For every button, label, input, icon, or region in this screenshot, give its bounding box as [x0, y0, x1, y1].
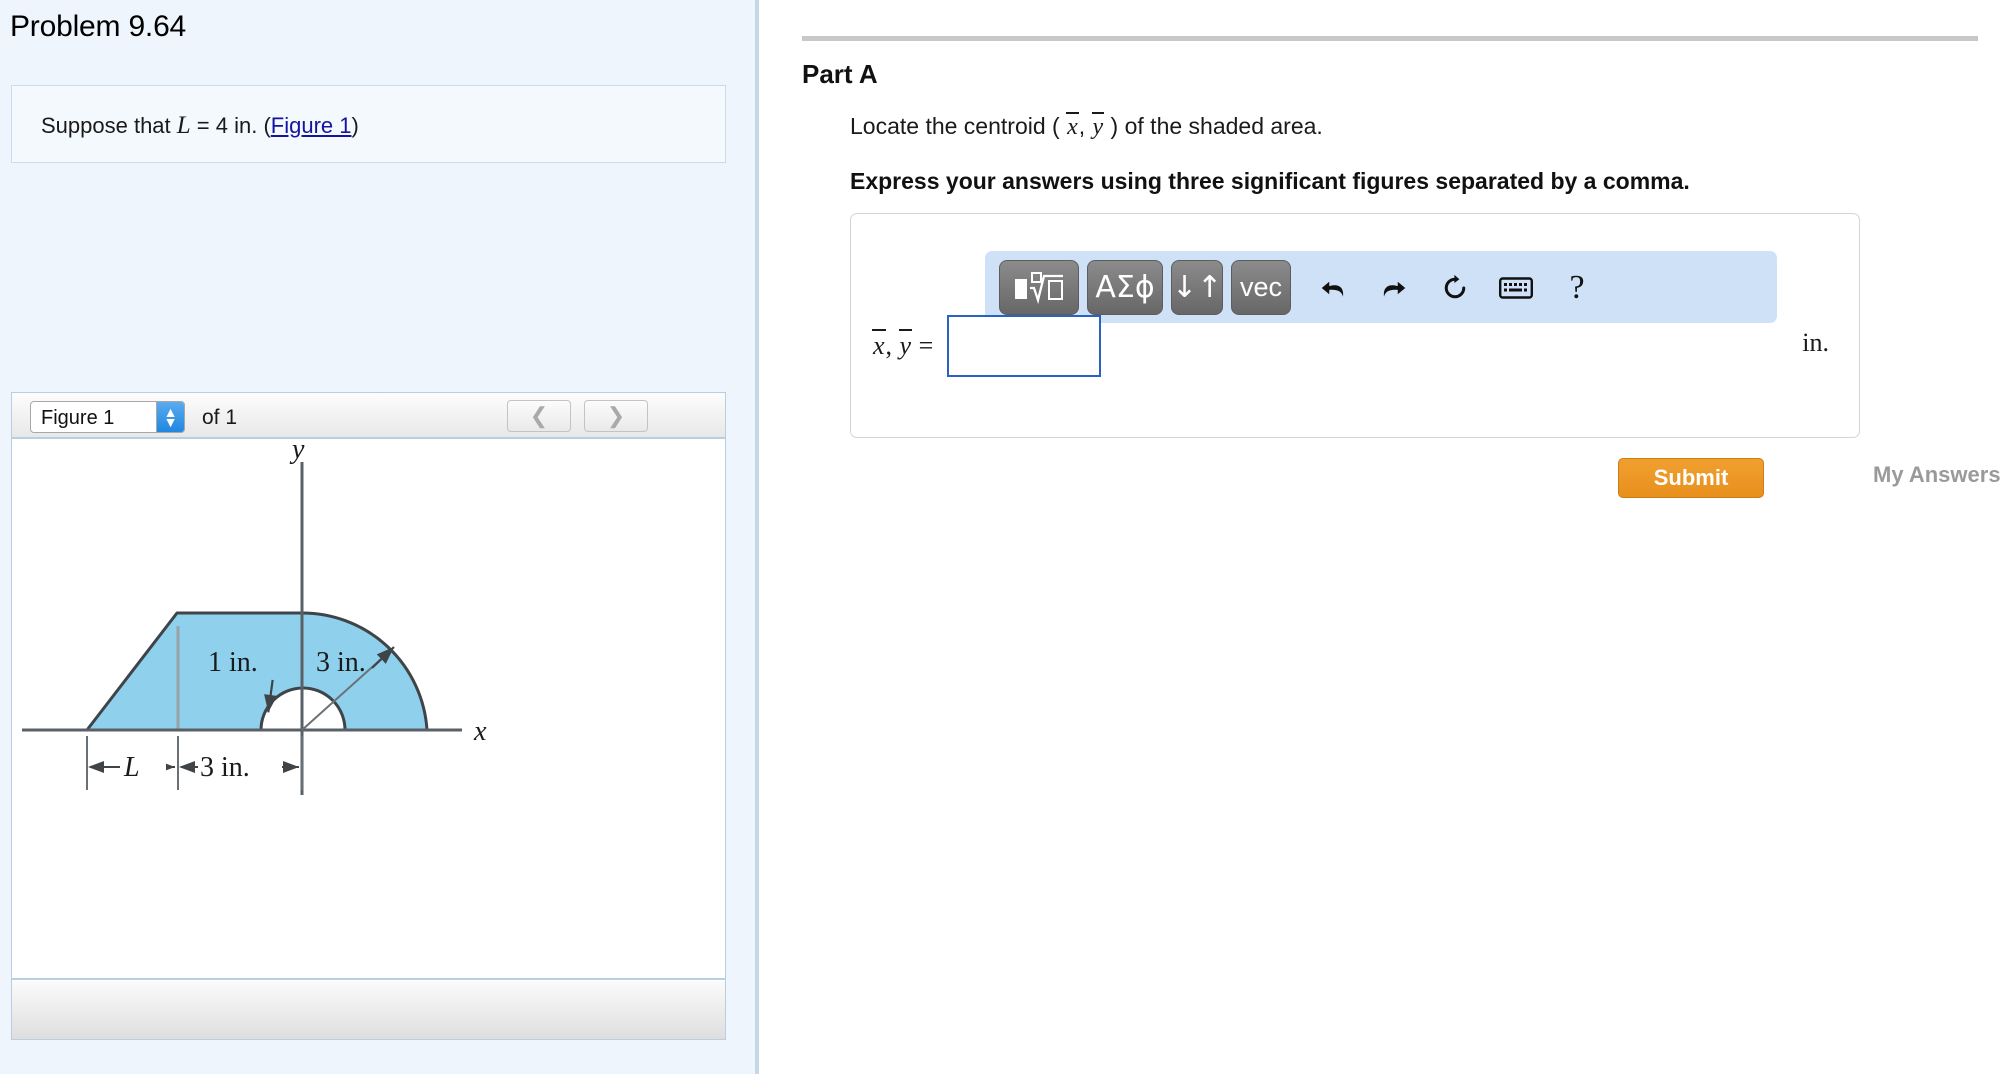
- chevron-down-icon: ▼: [163, 414, 178, 430]
- dimension-label-L: L: [123, 752, 140, 783]
- chevron-left-icon: ❮: [529, 403, 549, 428]
- answer-input[interactable]: [947, 315, 1101, 377]
- problem-statement-text: Suppose that L = 4 in. (Figure 1): [41, 112, 359, 140]
- chevron-right-icon: ❯: [606, 403, 626, 428]
- keyboard-icon[interactable]: [1490, 260, 1542, 315]
- dimension-label-1in: 1 in.: [208, 647, 258, 678]
- prompt-mid: ,: [1078, 113, 1092, 139]
- submit-button[interactable]: Submit: [1618, 458, 1764, 498]
- part-prompt: Locate the centroid ( x, y ) of the shad…: [850, 112, 1323, 141]
- figure-count-label: of 1: [202, 406, 238, 429]
- math-toolbar: ΑΣϕ ↓↑ vec ?: [985, 251, 1777, 323]
- math-template-button[interactable]: [999, 260, 1079, 315]
- part-title: Part A: [802, 59, 878, 89]
- x-axis-label: x: [473, 716, 487, 747]
- figure-footer-bar: [12, 981, 725, 1039]
- figure-viewer: Figure 1 ▲ ▼ of 1 ❮ ❯ x y 1 in. 3 in. L …: [11, 392, 726, 1040]
- help-question-mark: ?: [1569, 268, 1585, 306]
- figure-select-label: Figure 1: [41, 407, 115, 429]
- statement-prefix: Suppose that: [41, 113, 177, 138]
- my-answers-button[interactable]: My Answers: [1873, 462, 2001, 488]
- vec-label: vec: [1239, 272, 1283, 302]
- figure-select[interactable]: Figure 1 ▲ ▼: [30, 401, 185, 433]
- problem-panel: Problem 9.64 Suppose that L = 4 in. (Fig…: [0, 0, 755, 1074]
- redo-icon[interactable]: [1368, 260, 1420, 315]
- answer-panel: Part A Locate the centroid ( x, y ) of t…: [759, 0, 2002, 1074]
- figure-prev-button[interactable]: ❮: [507, 400, 571, 432]
- reset-circular-arrow-icon: [1444, 274, 1466, 298]
- stepper-arrows-icon[interactable]: ▲ ▼: [156, 402, 184, 432]
- greek-symbols-label: ΑΣϕ: [1095, 270, 1155, 305]
- dimension-label-3in-width: 3 in.: [200, 752, 250, 783]
- figure-toolbar: Figure 1 ▲ ▼ of 1 ❮ ❯: [12, 393, 725, 439]
- problem-statement-box: Suppose that L = 4 in. (Figure 1): [11, 85, 726, 163]
- page-title: Problem 9.64: [10, 10, 187, 43]
- dimension-label-3in-radius: 3 in.: [316, 647, 366, 678]
- answer-card: ΑΣϕ ↓↑ vec ? x, y = in.: [850, 213, 1860, 438]
- answer-label: x, y =: [872, 329, 934, 360]
- undo-arrow-icon: [1321, 281, 1344, 297]
- page-root: Problem 9.64 Suppose that L = 4 in. (Fig…: [0, 0, 2002, 1074]
- figure-1-link[interactable]: Figure 1: [271, 113, 352, 138]
- statement-equation: = 4 in. (: [190, 113, 271, 138]
- figure-next-button[interactable]: ❯: [584, 400, 648, 432]
- centroid-diagram: x y 1 in. 3 in. L 3 in.: [22, 434, 487, 795]
- answer-ybar: y: [898, 329, 913, 360]
- statement-suffix: ): [351, 113, 359, 138]
- prompt-xbar: x: [1066, 112, 1079, 140]
- section-divider: [802, 36, 1978, 41]
- answer-unit-label: in.: [1802, 328, 1829, 357]
- statement-variable: L: [176, 112, 191, 139]
- nth-root-icon: [1015, 271, 1063, 304]
- keyboard-glyph-icon: [1499, 276, 1533, 299]
- undo-icon[interactable]: [1307, 260, 1359, 315]
- answer-equals: =: [912, 331, 934, 360]
- redo-arrow-icon: [1383, 281, 1406, 297]
- answer-xbar: x: [872, 329, 886, 360]
- greek-symbols-button[interactable]: ΑΣϕ: [1087, 260, 1163, 315]
- prompt-post: ) of the shaded area.: [1104, 113, 1323, 139]
- part-instruction: Express your answers using three signifi…: [850, 168, 1690, 194]
- reset-icon[interactable]: [1429, 260, 1481, 315]
- prompt-pre: Locate the centroid (: [850, 113, 1067, 139]
- y-axis-label: y: [289, 440, 305, 465]
- help-icon[interactable]: ?: [1551, 260, 1603, 315]
- prompt-ybar: y: [1091, 112, 1105, 140]
- script-arrows-icon: ↓↑: [1171, 270, 1223, 305]
- figure-canvas: x y 1 in. 3 in. L 3 in.: [12, 434, 725, 980]
- subscript-superscript-button[interactable]: ↓↑: [1171, 260, 1223, 315]
- vector-button[interactable]: vec: [1231, 260, 1291, 315]
